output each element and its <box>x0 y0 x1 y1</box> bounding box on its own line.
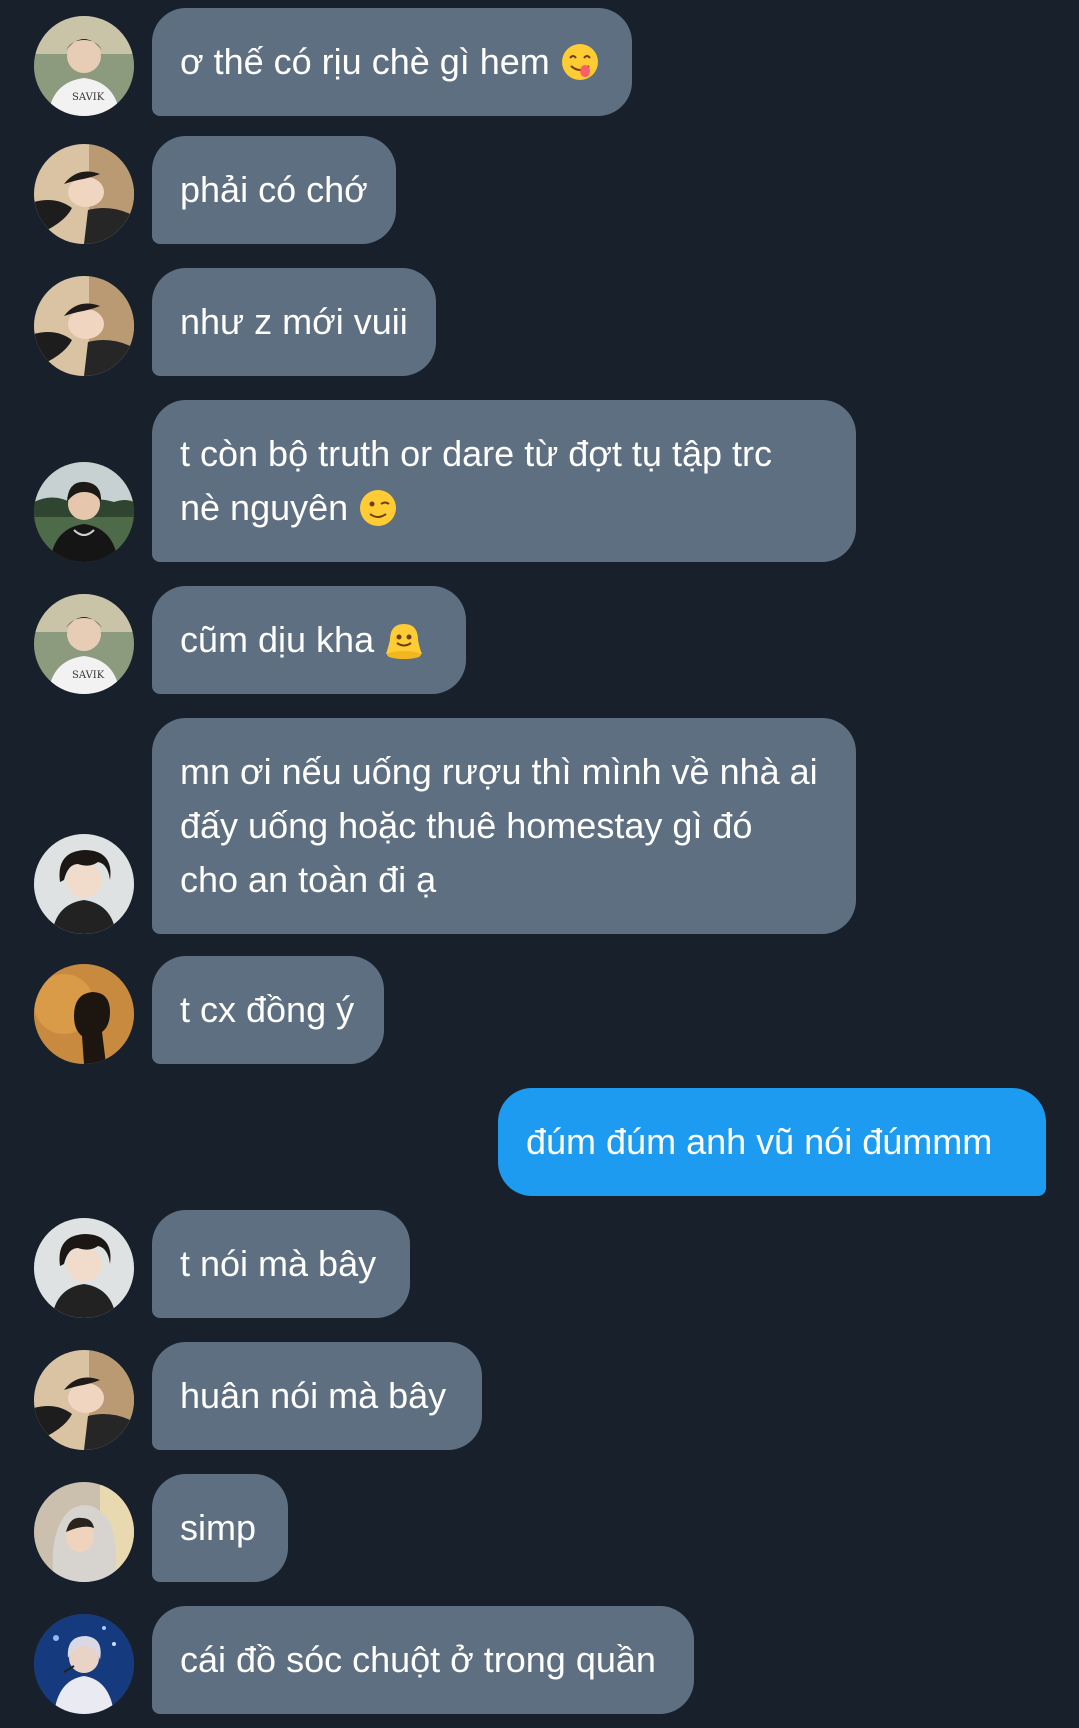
message-row-incoming: t nói mà bây <box>0 1210 1079 1318</box>
svg-text:SAVIK: SAVIK <box>72 92 105 103</box>
message-text-line: cũm dịu kha <box>180 613 438 667</box>
message-text: huân nói mà bây <box>180 1375 447 1416</box>
avatar-boy-white-shirt[interactable]: SAVIK <box>34 594 134 694</box>
message-row-incoming: t cx đồng ý <box>0 956 1079 1064</box>
message-text: ơ thế có rịu chè gì hem <box>180 41 550 82</box>
message-text-line: mn ơi nếu uống rượu thì mình về nhà ai <box>180 745 828 799</box>
message-text-line: t còn bộ truth or dare từ đợt tụ tập trc <box>180 427 828 481</box>
message-text-line: nè nguyên <box>180 481 828 535</box>
avatar-boy-curly-hair[interactable] <box>34 1218 134 1318</box>
message-text: cho an toàn đi ạ <box>180 859 437 900</box>
message-text: cũm dịu kha <box>180 619 375 660</box>
avatar-boy-hood[interactable] <box>34 1482 134 1582</box>
outgoing-message-bubble[interactable]: đúm đúm anh vũ nói đúmmm <box>498 1088 1046 1196</box>
message-text: t còn bộ truth or dare từ đợt tụ tập trc <box>180 433 772 474</box>
message-text-line: cho an toàn đi ạ <box>180 853 828 907</box>
message-text-line: t nói mà bây <box>180 1237 382 1291</box>
incoming-message-bubble[interactable]: t nói mà bây <box>152 1210 410 1318</box>
message-text-line: simp <box>180 1501 260 1555</box>
message-text-line: cái đồ sóc chuột ở trong quần <box>180 1633 666 1687</box>
message-row-incoming: SAVIK cũm dịu kha <box>0 586 1079 694</box>
message-text: t cx đồng ý <box>180 989 355 1030</box>
message-text-line: t cx đồng ý <box>180 983 356 1037</box>
message-text-line: như z mới vuii <box>180 295 408 349</box>
melting-face-icon <box>384 620 424 660</box>
avatar-silhouette-orange[interactable] <box>34 964 134 1064</box>
avatar-boy-curly-hair[interactable] <box>34 834 134 934</box>
chat-thread: SAVIK ơ thế có rịu chè gì hem phải có chớ n… <box>0 0 1079 1728</box>
message-text-line: đấy uống hoặc thuê homestay gì đó <box>180 799 828 853</box>
message-text: đấy uống hoặc thuê homestay gì đó <box>180 805 753 846</box>
incoming-message-bubble[interactable]: simp <box>152 1474 288 1582</box>
message-text: đúm đúm anh vũ nói đúmmm <box>526 1121 993 1162</box>
message-text: cái đồ sóc chuột ở trong quần <box>180 1639 656 1680</box>
incoming-message-bubble[interactable]: ơ thế có rịu chè gì hem <box>152 8 632 116</box>
message-text: t nói mà bây <box>180 1243 377 1284</box>
avatar-boy-stage-blue[interactable] <box>34 1614 134 1714</box>
face-savoring-food-icon <box>560 42 600 82</box>
incoming-message-bubble[interactable]: huân nói mà bây <box>152 1342 482 1450</box>
message-text: nè nguyên <box>180 487 349 528</box>
incoming-message-bubble[interactable]: t cx đồng ý <box>152 956 384 1064</box>
message-text: simp <box>180 1507 257 1548</box>
message-text: như z mới vuii <box>180 301 408 342</box>
message-row-incoming: như z mới vuii <box>0 268 1079 376</box>
message-text: mn ơi nếu uống rượu thì mình về nhà ai <box>180 751 818 792</box>
avatar-boy-white-shirt[interactable]: SAVIK <box>34 16 134 116</box>
incoming-message-bubble[interactable]: như z mới vuii <box>152 268 436 376</box>
avatar-boy-outdoor[interactable] <box>34 462 134 562</box>
message-row-incoming: SAVIK ơ thế có rịu chè gì hem <box>0 8 1079 116</box>
message-row-incoming: t còn bộ truth or dare từ đợt tụ tập trc… <box>0 400 1079 562</box>
message-row-incoming: huân nói mà bây <box>0 1342 1079 1450</box>
incoming-message-bubble[interactable]: phải có chớ <box>152 136 396 244</box>
message-row-outgoing: đúm đúm anh vũ nói đúmmm <box>0 1088 1079 1196</box>
message-text-line: phải có chớ <box>180 163 368 217</box>
incoming-message-bubble[interactable]: cái đồ sóc chuột ở trong quần <box>152 1606 694 1714</box>
incoming-message-bubble[interactable]: cũm dịu kha <box>152 586 466 694</box>
message-row-incoming: simp <box>0 1474 1079 1582</box>
message-text: phải có chớ <box>180 169 368 210</box>
avatar-boy-lying[interactable] <box>34 276 134 376</box>
winking-face-icon <box>358 488 398 528</box>
avatar-boy-lying[interactable] <box>34 1350 134 1450</box>
message-row-incoming: mn ơi nếu uống rượu thì mình về nhà ai đấ… <box>0 718 1079 934</box>
message-text-line: ơ thế có rịu chè gì hem <box>180 35 604 89</box>
incoming-message-bubble[interactable]: t còn bộ truth or dare từ đợt tụ tập trc… <box>152 400 856 562</box>
avatar-boy-lying[interactable] <box>34 144 134 244</box>
svg-text:SAVIK: SAVIK <box>72 670 105 681</box>
incoming-message-bubble[interactable]: mn ơi nếu uống rượu thì mình về nhà ai đấ… <box>152 718 856 934</box>
message-row-incoming: cái đồ sóc chuột ở trong quần <box>0 1606 1079 1714</box>
message-text-line: huân nói mà bây <box>180 1369 454 1423</box>
message-text-line: đúm đúm anh vũ nói đúmmm <box>526 1115 1018 1169</box>
message-row-incoming: phải có chớ <box>0 136 1079 244</box>
